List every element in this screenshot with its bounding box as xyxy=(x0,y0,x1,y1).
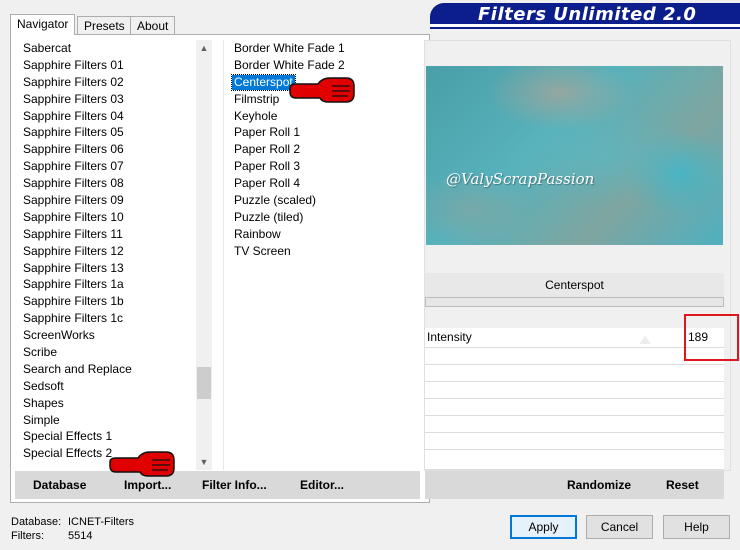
category-item[interactable]: Sapphire Filters 13 xyxy=(15,260,198,277)
param-row-empty xyxy=(425,399,724,416)
filter-item[interactable]: Puzzle (scaled) xyxy=(224,192,418,209)
tab-presets[interactable]: Presets xyxy=(77,16,132,34)
category-item[interactable]: Special Effects 1 xyxy=(15,428,198,445)
param-row-empty xyxy=(425,348,724,365)
scroll-thumb[interactable] xyxy=(197,367,211,399)
category-item[interactable]: Sapphire Filters 1b xyxy=(15,293,198,310)
parameter-button-bar: Randomize Reset xyxy=(425,471,724,499)
database-label: Database: xyxy=(11,516,62,528)
database-value: ICNET-Filters xyxy=(68,516,134,528)
category-item[interactable]: Sapphire Filters 03 xyxy=(15,91,198,108)
category-item[interactable]: Sedsoft xyxy=(15,378,198,395)
status-info: Database: ICNET-Filters Filters: 5514 xyxy=(11,515,134,543)
category-item[interactable]: Sapphire Filters 12 xyxy=(15,243,198,260)
database-button[interactable]: Database xyxy=(33,478,86,492)
filter-item[interactable]: Border White Fade 2 xyxy=(224,57,418,74)
param-row-intensity[interactable]: Intensity 189 xyxy=(425,328,724,348)
category-item[interactable]: Sapphire Filters 05 xyxy=(15,124,198,141)
preview-image: @ValyScrapPassion xyxy=(426,66,723,245)
randomize-button[interactable]: Randomize xyxy=(567,478,631,492)
progress-bar xyxy=(425,297,724,307)
category-item[interactable]: Sapphire Filters 07 xyxy=(15,158,198,175)
filters-count-label: Filters: xyxy=(11,530,44,542)
pointing-hand-icon xyxy=(289,77,355,103)
category-item[interactable]: Scribe xyxy=(15,344,198,361)
reset-button[interactable]: Reset xyxy=(666,478,699,492)
filter-list[interactable]: Border White Fade 1 Border White Fade 2 … xyxy=(223,40,418,470)
apply-button[interactable]: Apply xyxy=(510,515,577,539)
filter-info-button[interactable]: Filter Info... xyxy=(202,478,267,492)
pointing-hand-icon xyxy=(109,451,175,477)
category-scrollbar[interactable]: ▲ ▼ xyxy=(196,40,212,470)
import-button[interactable]: Import... xyxy=(124,478,171,492)
category-item[interactable]: Simple xyxy=(15,412,198,429)
category-item[interactable]: Sapphire Filters 1c xyxy=(15,310,198,327)
param-row-empty xyxy=(425,433,724,450)
category-item[interactable]: Sapphire Filters 08 xyxy=(15,175,198,192)
filter-item[interactable]: Paper Roll 2 xyxy=(224,141,418,158)
cancel-button[interactable]: Cancel xyxy=(586,515,653,539)
scroll-down-arrow-icon[interactable]: ▼ xyxy=(196,454,212,470)
param-row-empty xyxy=(425,365,724,382)
param-row-empty xyxy=(425,450,724,470)
tab-about[interactable]: About xyxy=(130,16,176,34)
filter-item[interactable]: Keyhole xyxy=(224,108,418,125)
help-button[interactable]: Help xyxy=(663,515,730,539)
category-item[interactable]: Shapes xyxy=(15,395,198,412)
filter-name-label: Centerspot xyxy=(425,273,724,297)
tab-navigator[interactable]: Navigator xyxy=(10,14,76,35)
category-item[interactable]: Sapphire Filters 11 xyxy=(15,226,198,243)
preview-watermark: @ValyScrapPassion xyxy=(446,170,595,188)
category-item[interactable]: ScreenWorks xyxy=(15,327,198,344)
filter-item[interactable]: Rainbow xyxy=(224,226,418,243)
category-list[interactable]: Sabercat Sapphire Filters 01 Sapphire Fi… xyxy=(15,40,198,470)
app-title: Filters Unlimited 2.0 xyxy=(478,4,697,25)
navigator-button-bar: Database Import... Filter Info... Editor… xyxy=(15,471,420,499)
param-row-empty xyxy=(425,382,724,399)
filter-item[interactable]: Paper Roll 4 xyxy=(224,175,418,192)
param-row-empty xyxy=(425,416,724,433)
param-label: Intensity xyxy=(427,330,472,344)
param-slider-marker[interactable] xyxy=(639,336,651,344)
category-item[interactable]: Search and Replace xyxy=(15,361,198,378)
filter-item[interactable]: Paper Roll 1 xyxy=(224,124,418,141)
editor-button[interactable]: Editor... xyxy=(300,478,344,492)
category-item[interactable]: Sapphire Filters 04 xyxy=(15,108,198,125)
filter-item[interactable]: Paper Roll 3 xyxy=(224,158,418,175)
filter-item[interactable]: TV Screen xyxy=(224,243,418,260)
category-item[interactable]: Sapphire Filters 10 xyxy=(15,209,198,226)
category-item[interactable]: Sapphire Filters 02 xyxy=(15,74,198,91)
filter-item[interactable]: Puzzle (tiled) xyxy=(224,209,418,226)
category-item[interactable]: Sapphire Filters 06 xyxy=(15,141,198,158)
title-banner: Filters Unlimited 2.0 xyxy=(430,3,740,27)
category-item[interactable]: Sapphire Filters 1a xyxy=(15,276,198,293)
category-item[interactable]: Sapphire Filters 01 xyxy=(15,57,198,74)
scroll-up-arrow-icon[interactable]: ▲ xyxy=(196,40,212,56)
filter-item[interactable]: Border White Fade 1 xyxy=(224,40,418,57)
filters-count-value: 5514 xyxy=(68,530,93,542)
value-highlight-annotation xyxy=(684,314,739,361)
category-item[interactable]: Sapphire Filters 09 xyxy=(15,192,198,209)
category-item[interactable]: Sabercat xyxy=(15,40,198,57)
